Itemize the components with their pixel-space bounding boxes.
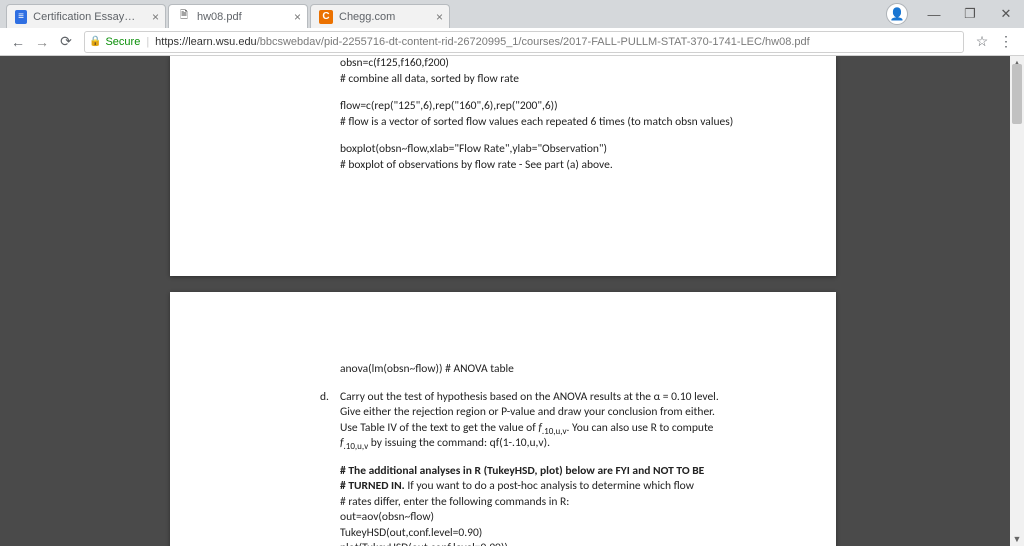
comment-line: # flow is a vector of sorted flow values…: [340, 115, 806, 131]
forward-button[interactable]: →: [30, 31, 54, 53]
fyi-block: # The additional analyses in R (TukeyHSD…: [340, 464, 806, 546]
doc-icon: ≡: [15, 10, 27, 24]
code-line: out=aov(obsn~flow): [340, 510, 806, 526]
pdf-page-2: anova(lm(obsn~flow)) # ANOVA table d. Ca…: [170, 292, 836, 546]
body-text: Give either the rejection region or P-va…: [340, 405, 806, 421]
tab-hw08[interactable]: 🗎 hw08.pdf ×: [168, 4, 308, 28]
tab-certification[interactable]: ≡ Certification Essay WSU ×: [6, 4, 166, 28]
code-line: flow=c(rep("125",6),rep("160",6),rep("20…: [340, 99, 806, 115]
scroll-thumb[interactable]: [1012, 64, 1022, 124]
code-line: plot(TukeyHSD(out,conf.level=0.90)): [340, 541, 806, 546]
secure-label: Secure: [105, 36, 140, 48]
pdf-page-1: obsn=c(f125,f160,f200) # combine all dat…: [170, 56, 836, 276]
tab-title: hw08.pdf: [197, 11, 242, 23]
scroll-down-icon[interactable]: ▼: [1010, 532, 1024, 546]
user-avatar[interactable]: 👤: [886, 3, 908, 25]
comment-line: # TURNED IN. If you want to do a post-ho…: [340, 479, 806, 495]
maximize-button[interactable]: ❐: [952, 1, 988, 27]
item-letter: d.: [320, 390, 329, 406]
close-icon[interactable]: ×: [294, 10, 301, 24]
minimize-button[interactable]: —: [916, 1, 952, 27]
pdf-viewer: obsn=c(f125,f160,f200) # combine all dat…: [0, 56, 1024, 546]
menu-button[interactable]: ⋮: [994, 31, 1018, 53]
code-line: obsn=c(f125,f160,f200): [340, 56, 806, 72]
address-bar[interactable]: 🔒 Secure | https://learn.wsu.edu/bbcsweb…: [84, 31, 964, 53]
code-line: TukeyHSD(out,conf.level=0.90): [340, 526, 806, 542]
browser-chrome: ≡ Certification Essay WSU × 🗎 hw08.pdf ×…: [0, 0, 1024, 56]
comment-line: # rates differ, enter the following comm…: [340, 495, 806, 511]
list-item-d: d. Carry out the test of hypothesis base…: [340, 390, 806, 452]
body-text: Carry out the test of hypothesis based o…: [340, 390, 806, 406]
reload-button[interactable]: ⟳: [54, 31, 78, 53]
url-text: https://learn.wsu.edu/bbcswebdav/pid-225…: [155, 36, 810, 48]
code-line: anova(lm(obsn~flow)) # ANOVA table: [340, 362, 806, 378]
comment-line: # boxplot of observations by flow rate -…: [340, 158, 806, 174]
tab-strip: ≡ Certification Essay WSU × 🗎 hw08.pdf ×…: [0, 0, 1024, 28]
body-text: Use Table IV of the text to get the valu…: [340, 421, 806, 437]
tab-chegg[interactable]: C Chegg.com ×: [310, 4, 450, 28]
separator: |: [146, 36, 149, 48]
close-icon[interactable]: ×: [152, 10, 159, 24]
tab-title: Certification Essay WSU: [33, 11, 137, 23]
window-controls: 👤 — ❐ ✕: [886, 0, 1024, 28]
close-icon[interactable]: ×: [436, 10, 443, 24]
comment-line: # combine all data, sorted by flow rate: [340, 72, 806, 88]
code-line: boxplot(obsn~flow,xlab="Flow Rate",ylab=…: [340, 142, 806, 158]
comment-line: # The additional analyses in R (TukeyHSD…: [340, 464, 806, 480]
lock-icon: 🔒: [89, 36, 101, 47]
chegg-icon: C: [319, 10, 333, 24]
body-text: f.10,u,v by issuing the command: qf(1-.1…: [340, 436, 806, 452]
toolbar: ← → ⟳ 🔒 Secure | https://learn.wsu.edu/b…: [0, 28, 1024, 56]
vertical-scrollbar[interactable]: ▲ ▼: [1010, 56, 1024, 546]
tab-title: Chegg.com: [339, 11, 395, 23]
back-button[interactable]: ←: [6, 31, 30, 53]
close-window-button[interactable]: ✕: [988, 1, 1024, 27]
file-icon: 🗎: [177, 10, 191, 24]
bookmark-button[interactable]: ☆: [970, 31, 994, 53]
